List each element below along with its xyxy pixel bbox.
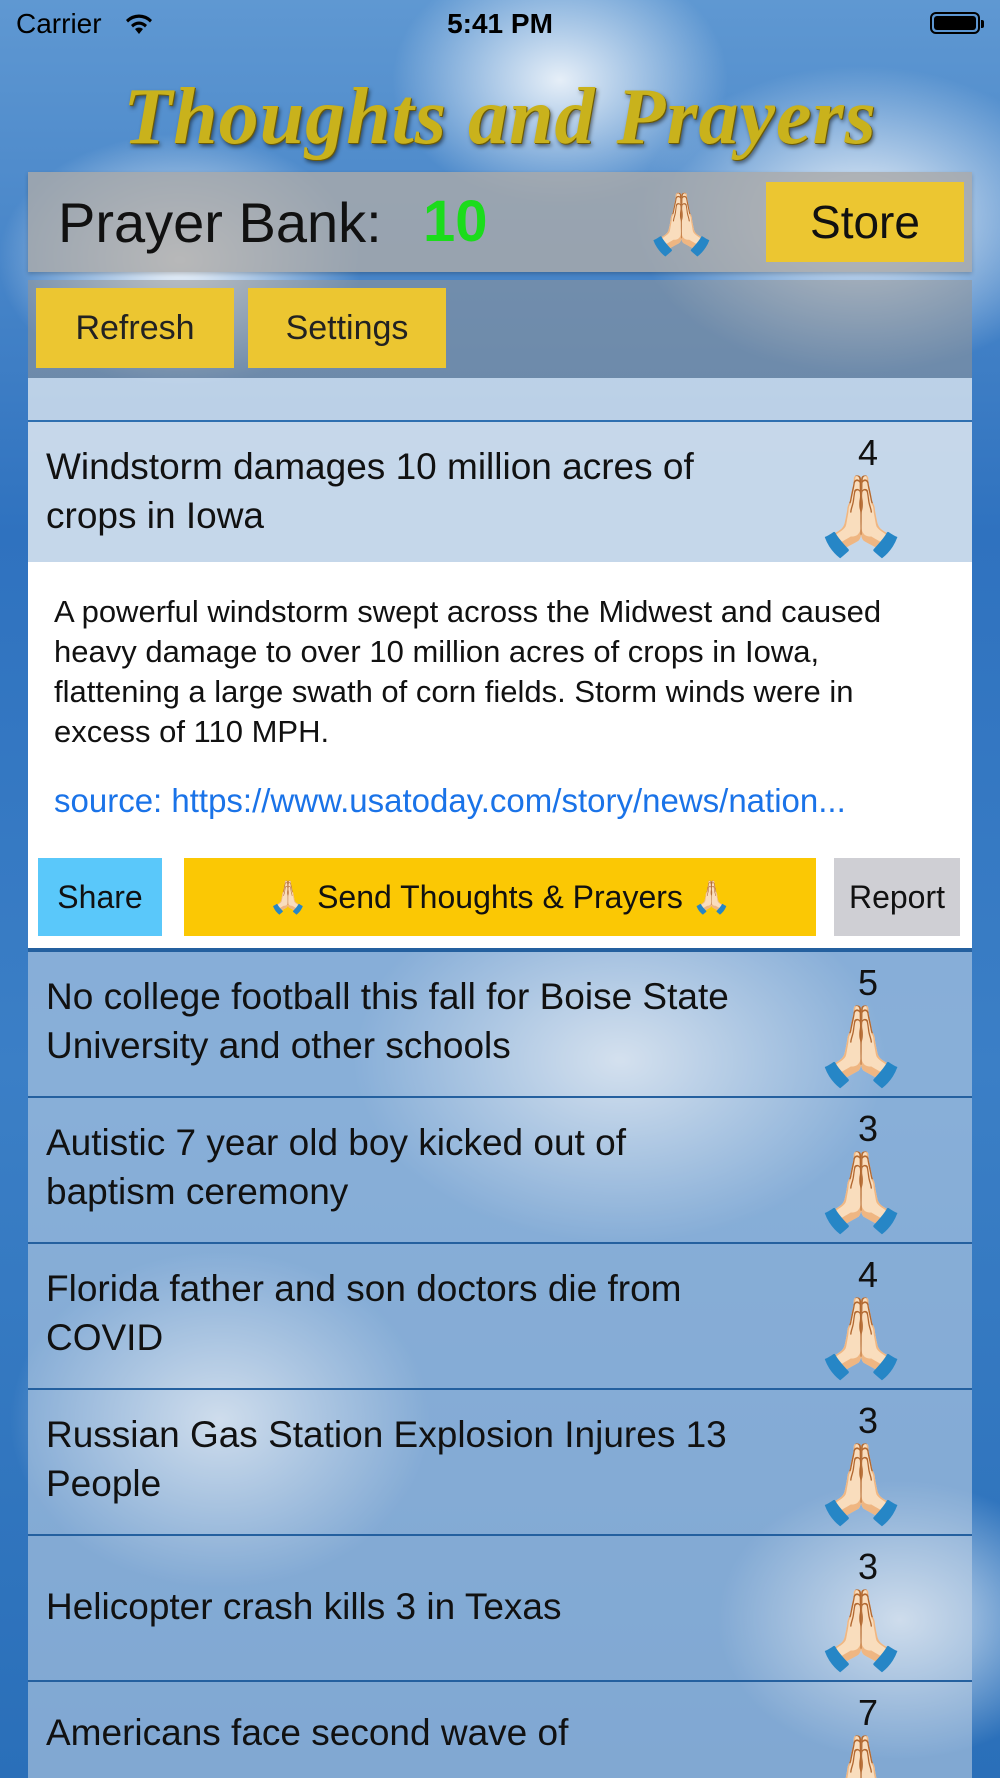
praying-hands-icon: 🙏🏻 xyxy=(644,190,719,257)
list-item[interactable]: Florida father and son doctors die from … xyxy=(28,1244,972,1390)
news-detail-panel: A powerful windstorm swept across the Mi… xyxy=(28,562,972,952)
prayer-count: 4 xyxy=(857,432,879,473)
prayer-count: 4 xyxy=(857,1254,879,1295)
status-bar: Carrier 5:41 PM xyxy=(0,0,1000,50)
prayer-count: 3 xyxy=(857,1400,879,1441)
report-button[interactable]: Report xyxy=(834,858,960,936)
praying-hands-icon[interactable]: 🙏🏻 xyxy=(813,1298,910,1376)
refresh-button[interactable]: Refresh xyxy=(36,288,234,368)
toolbar: Refresh Settings xyxy=(28,280,972,378)
prayer-count: 3 xyxy=(857,1108,879,1149)
praying-hands-icon[interactable]: 🙏🏻 xyxy=(813,1006,910,1084)
prayer-count: 5 xyxy=(857,962,879,1003)
prayer-bank-count: 10 xyxy=(423,189,488,254)
prayer-count: 7 xyxy=(857,1692,879,1733)
news-description: A powerful windstorm swept across the Mi… xyxy=(54,594,882,749)
prayer-bank-bar: Prayer Bank: 10 🙏🏻 Store xyxy=(28,172,972,272)
praying-hands-icon[interactable]: 🙏🏻 xyxy=(813,1590,910,1668)
app-title: Thoughts and Prayers xyxy=(123,73,877,161)
settings-button[interactable]: Settings xyxy=(248,288,446,368)
praying-hands-icon[interactable]: 🙏🏻 xyxy=(813,476,910,554)
list-item[interactable]: Autistic 7 year old boy kicked out of ba… xyxy=(28,1098,972,1244)
news-list[interactable]: Windstorm damages 10 million acres of cr… xyxy=(28,378,972,1778)
source-link[interactable]: source: https://www.usatoday.com/story/n… xyxy=(54,782,954,820)
prayer-bank-label: Prayer Bank: xyxy=(58,191,382,254)
list-item-partial[interactable] xyxy=(28,378,972,422)
news-title: No college football this fall for Boise … xyxy=(46,976,729,1066)
clock: 5:41 PM xyxy=(447,8,553,39)
praying-hands-icon[interactable]: 🙏🏻 xyxy=(813,1152,910,1230)
news-title: Helicopter crash kills 3 in Texas xyxy=(46,1586,562,1627)
store-button[interactable]: Store xyxy=(766,182,964,262)
news-item-expanded[interactable]: Windstorm damages 10 million acres of cr… xyxy=(28,422,972,562)
news-title: Russian Gas Station Explosion Injures 13… xyxy=(46,1414,727,1504)
battery-icon xyxy=(930,12,984,34)
praying-hands-icon[interactable]: 🙏🏻 xyxy=(813,1444,910,1522)
news-title: Florida father and son doctors die from … xyxy=(46,1268,682,1358)
send-thoughts-prayers-button[interactable]: 🙏🏻 Send Thoughts & Prayers 🙏🏻 xyxy=(184,858,816,936)
praying-hands-icon[interactable]: 🙏🏻 xyxy=(813,1736,910,1778)
list-item[interactable]: No college football this fall for Boise … xyxy=(28,952,972,1098)
list-item[interactable]: Helicopter crash kills 3 in Texas 3 🙏🏻 xyxy=(28,1536,972,1682)
share-button[interactable]: Share xyxy=(38,858,162,936)
list-item[interactable]: Russian Gas Station Explosion Injures 13… xyxy=(28,1390,972,1536)
prayer-count: 3 xyxy=(857,1546,879,1587)
news-title: Windstorm damages 10 million acres of cr… xyxy=(46,446,694,536)
news-title: Autistic 7 year old boy kicked out of ba… xyxy=(46,1122,626,1212)
news-title: Americans face second wave of xyxy=(46,1712,569,1753)
list-item[interactable]: Americans face second wave of 7 🙏🏻 xyxy=(28,1682,972,1778)
